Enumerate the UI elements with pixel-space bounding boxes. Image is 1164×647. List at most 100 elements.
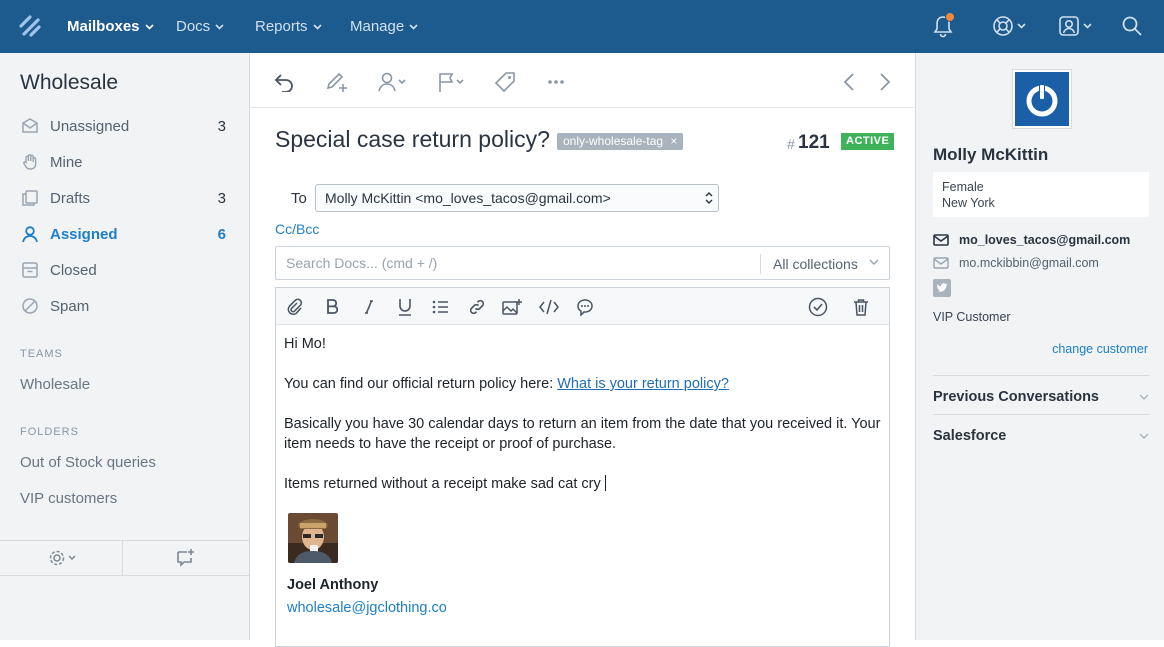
new-conversation-icon[interactable] bbox=[175, 547, 195, 567]
archive-icon bbox=[21, 261, 39, 279]
tag-remove-icon[interactable]: × bbox=[670, 134, 677, 148]
reply-editor: Hi Mo! You can find our official return … bbox=[275, 287, 890, 647]
link-icon[interactable] bbox=[468, 297, 486, 317]
email-text: mo.mckibbin@gmail.com bbox=[959, 256, 1099, 270]
code-icon[interactable] bbox=[539, 297, 559, 317]
sidebar-item-assigned[interactable]: Assigned 6 bbox=[0, 216, 249, 252]
chevron-down-icon bbox=[1139, 394, 1149, 400]
chevron-down-icon bbox=[145, 24, 154, 30]
sidebar-item-closed[interactable]: Closed bbox=[0, 252, 249, 288]
chevron-down-icon bbox=[1139, 433, 1149, 439]
select-arrows-icon bbox=[705, 191, 713, 205]
next-conversation-icon[interactable] bbox=[879, 69, 891, 95]
sidebar-item-drafts[interactable]: Drafts 3 bbox=[0, 180, 249, 216]
section-title: Salesforce bbox=[933, 428, 1006, 444]
assign-user-icon[interactable] bbox=[377, 69, 409, 95]
top-navigation-bar: Mailboxes Docs Reports Manage bbox=[0, 0, 1164, 53]
previous-conversation-icon[interactable] bbox=[843, 69, 855, 95]
signature-email-link[interactable]: wholesale@jgclothing.co bbox=[287, 600, 447, 616]
nav-mailboxes[interactable]: Mailboxes bbox=[67, 0, 154, 53]
sidebar-item-count: 3 bbox=[218, 190, 226, 207]
notification-badge bbox=[945, 12, 955, 22]
user-icon bbox=[21, 225, 39, 243]
sidebar-item-label: Drafts bbox=[50, 190, 90, 207]
ticket-number: 121 bbox=[798, 132, 830, 154]
sidebar-item-mine[interactable]: Mine bbox=[0, 144, 249, 180]
to-label: To bbox=[291, 190, 307, 207]
tag-icon[interactable] bbox=[494, 69, 516, 95]
nav-reports[interactable]: Reports bbox=[255, 0, 322, 53]
editor-toolbar bbox=[276, 288, 889, 325]
body-paragraph-days-2: item needs to have the receipt or proof … bbox=[284, 434, 616, 454]
search-icon[interactable] bbox=[1121, 12, 1143, 40]
previous-conversations-section[interactable]: Previous Conversations bbox=[933, 389, 1149, 405]
folders-heading: FOLDERS bbox=[20, 426, 79, 438]
flag-icon[interactable] bbox=[437, 69, 467, 95]
collections-dropdown[interactable]: All collections bbox=[773, 256, 858, 272]
sidebar-item-label: Assigned bbox=[50, 226, 118, 243]
folder-link-out-of-stock[interactable]: Out of Stock queries bbox=[20, 454, 156, 471]
folder-link-vip-customers[interactable]: VIP customers bbox=[20, 490, 117, 507]
settings-icon[interactable] bbox=[48, 549, 80, 567]
sidebar-item-count: 6 bbox=[218, 226, 226, 243]
status-badge[interactable]: ACTIVE bbox=[841, 133, 894, 150]
customer-location: New York bbox=[942, 196, 995, 210]
add-note-icon[interactable] bbox=[325, 69, 349, 95]
customer-avatar bbox=[1013, 70, 1071, 128]
cc-bcc-link[interactable]: Cc/Bcc bbox=[275, 221, 319, 237]
nav-label: Reports bbox=[255, 18, 308, 35]
bullet-list-icon[interactable] bbox=[432, 297, 448, 317]
italic-icon[interactable] bbox=[364, 297, 374, 317]
customer-email-secondary[interactable]: mo.mckibbin@gmail.com bbox=[933, 256, 1099, 270]
signature-avatar bbox=[288, 513, 338, 563]
envelope-icon bbox=[933, 257, 949, 269]
customer-name: Molly McKittin bbox=[933, 145, 1048, 165]
conversation-tag[interactable]: only-wholesale-tag × bbox=[557, 133, 683, 150]
email-text: mo_loves_tacos@gmail.com bbox=[959, 233, 1130, 247]
salesforce-section[interactable]: Salesforce bbox=[933, 428, 1149, 444]
return-policy-link[interactable]: What is your return policy? bbox=[557, 376, 729, 392]
chevron-down-icon bbox=[313, 24, 322, 30]
sidebar-item-label: Spam bbox=[50, 298, 89, 315]
underline-icon[interactable] bbox=[398, 297, 412, 317]
twitter-icon[interactable] bbox=[933, 279, 951, 297]
customer-sidebar: Molly McKittin Female New York mo_loves_… bbox=[915, 53, 1164, 640]
attachment-icon[interactable] bbox=[286, 297, 304, 317]
hand-icon bbox=[21, 153, 39, 171]
text-caret bbox=[605, 475, 606, 491]
sidebar-item-unassigned[interactable]: Unassigned 3 bbox=[0, 108, 249, 144]
drafts-icon bbox=[21, 189, 39, 207]
bold-icon[interactable] bbox=[326, 297, 338, 317]
saved-reply-icon[interactable] bbox=[576, 297, 594, 317]
teams-heading: TEAMS bbox=[20, 348, 63, 360]
inbox-icon bbox=[21, 117, 39, 135]
more-options-icon[interactable] bbox=[547, 69, 565, 95]
conversation-subject: Special case return policy? bbox=[275, 126, 550, 153]
envelope-icon bbox=[933, 234, 949, 246]
change-customer-link[interactable]: change customer bbox=[1052, 342, 1148, 356]
team-link-wholesale[interactable]: Wholesale bbox=[20, 376, 90, 393]
docs-search-bar: All collections bbox=[275, 246, 890, 280]
check-circle-icon[interactable] bbox=[808, 297, 828, 317]
chevron-down-icon bbox=[869, 259, 879, 265]
sidebar-item-spam[interactable]: Spam bbox=[0, 288, 249, 324]
account-icon[interactable] bbox=[1058, 12, 1094, 40]
nav-label: Docs bbox=[176, 18, 210, 35]
insert-image-icon[interactable] bbox=[502, 297, 522, 317]
discard-draft-icon[interactable] bbox=[853, 297, 869, 317]
docs-search-input[interactable] bbox=[286, 255, 756, 271]
logo-icon[interactable] bbox=[18, 14, 42, 38]
mailbox-title: Wholesale bbox=[20, 71, 118, 95]
customer-email-primary[interactable]: mo_loves_tacos@gmail.com bbox=[933, 233, 1130, 247]
help-icon[interactable] bbox=[992, 12, 1028, 40]
ticket-hash: # bbox=[787, 136, 795, 152]
signature-name: Joel Anthony bbox=[287, 577, 378, 593]
nav-manage[interactable]: Manage bbox=[350, 0, 418, 53]
to-recipient-select[interactable]: Molly McKittin <mo_loves_tacos@gmail.com… bbox=[315, 184, 719, 212]
to-recipient-value: Molly McKittin <mo_loves_tacos@gmail.com… bbox=[325, 190, 611, 206]
reply-icon[interactable] bbox=[274, 69, 294, 95]
policy-text: You can find our official return policy … bbox=[284, 376, 557, 392]
chevron-down-icon bbox=[215, 24, 224, 30]
nav-docs[interactable]: Docs bbox=[176, 0, 224, 53]
body-paragraph-policy: You can find our official return policy … bbox=[284, 374, 729, 394]
